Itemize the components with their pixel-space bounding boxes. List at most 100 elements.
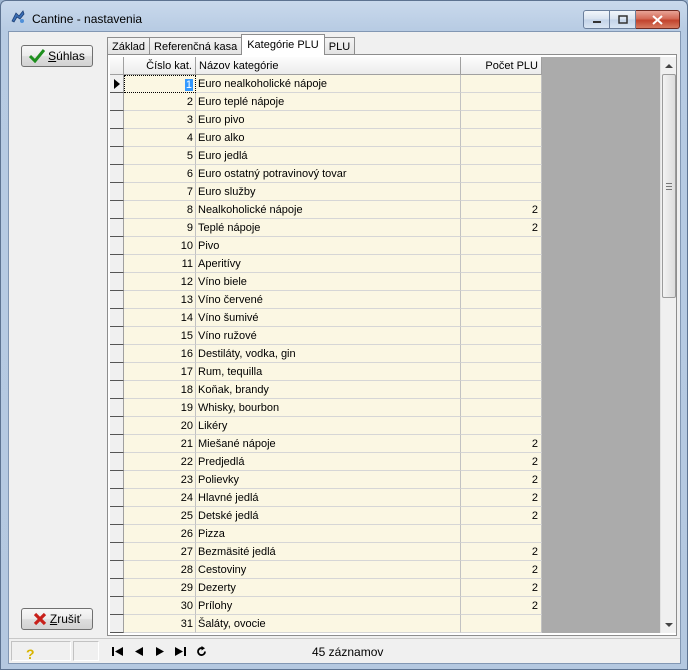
cell-pocet-plu[interactable]: [461, 381, 542, 399]
row-indicator[interactable]: [110, 129, 124, 147]
cell-nazov-kategorie[interactable]: Euro ostatný potravinový tovar: [196, 165, 461, 183]
cell-nazov-kategorie[interactable]: Hlavné jedlá: [196, 489, 461, 507]
cell-nazov-kategorie[interactable]: Euro jedlá: [196, 147, 461, 165]
cell-nazov-kategorie[interactable]: Whisky, bourbon: [196, 399, 461, 417]
cell-pocet-plu[interactable]: 2: [461, 435, 542, 453]
cell-pocet-plu[interactable]: 2: [461, 543, 542, 561]
cell-pocet-plu[interactable]: [461, 255, 542, 273]
cell-nazov-kategorie[interactable]: Euro alko: [196, 129, 461, 147]
header-cislo-kat[interactable]: Číslo kat.: [124, 57, 196, 75]
cell-nazov-kategorie[interactable]: Nealkoholické nápoje: [196, 201, 461, 219]
close-button[interactable]: [636, 10, 680, 29]
cell-pocet-plu[interactable]: [461, 75, 542, 93]
cell-nazov-kategorie[interactable]: Šaláty, ovocie: [196, 615, 461, 633]
table-row[interactable]: 1 Euro nealkoholické nápoje: [110, 75, 542, 93]
cell-cislo-kat[interactable]: 7: [124, 183, 196, 201]
refresh-icon[interactable]: [195, 645, 208, 657]
cell-pocet-plu[interactable]: [461, 165, 542, 183]
row-indicator[interactable]: [110, 237, 124, 255]
cell-pocet-plu[interactable]: [461, 399, 542, 417]
cell-cislo-kat[interactable]: 15: [124, 327, 196, 345]
cell-cislo-kat[interactable]: 23: [124, 471, 196, 489]
table-row[interactable]: 13 Víno červené: [110, 291, 542, 309]
row-indicator[interactable]: [110, 345, 124, 363]
cell-pocet-plu[interactable]: [461, 363, 542, 381]
title-bar[interactable]: Cantine - nastavenia: [1, 1, 687, 31]
cell-pocet-plu[interactable]: [461, 273, 542, 291]
cell-pocet-plu[interactable]: 2: [461, 219, 542, 237]
table-row[interactable]: 14 Víno šumivé: [110, 309, 542, 327]
cell-cislo-kat[interactable]: 13: [124, 291, 196, 309]
cell-cislo-kat[interactable]: 8: [124, 201, 196, 219]
cell-nazov-kategorie[interactable]: Dezerty: [196, 579, 461, 597]
row-indicator[interactable]: [110, 489, 124, 507]
row-indicator[interactable]: [110, 291, 124, 309]
cell-pocet-plu[interactable]: [461, 417, 542, 435]
row-indicator[interactable]: [110, 453, 124, 471]
row-indicator[interactable]: [110, 219, 124, 237]
cell-cislo-kat[interactable]: 10: [124, 237, 196, 255]
cell-pocet-plu[interactable]: [461, 291, 542, 309]
cell-cislo-kat[interactable]: 21: [124, 435, 196, 453]
help-icon[interactable]: ?: [26, 646, 35, 662]
table-row[interactable]: 7 Euro služby: [110, 183, 542, 201]
ok-button[interactable]: Súhlas: [21, 45, 93, 67]
cell-nazov-kategorie[interactable]: Víno červené: [196, 291, 461, 309]
cell-cislo-kat[interactable]: 29: [124, 579, 196, 597]
cell-nazov-kategorie[interactable]: Detské jedlá: [196, 507, 461, 525]
cell-nazov-kategorie[interactable]: Euro nealkoholické nápoje: [196, 75, 461, 93]
next-record-icon[interactable]: [153, 645, 166, 657]
cell-pocet-plu[interactable]: [461, 327, 542, 345]
table-row[interactable]: 31 Šaláty, ovocie: [110, 615, 542, 633]
cell-nazov-kategorie[interactable]: Miešané nápoje: [196, 435, 461, 453]
table-row[interactable]: 18 Koňak, brandy: [110, 381, 542, 399]
row-indicator[interactable]: [110, 183, 124, 201]
table-row[interactable]: 5 Euro jedlá: [110, 147, 542, 165]
tab-referencna-kasa[interactable]: Referenčná kasa: [149, 37, 243, 55]
cell-cislo-kat[interactable]: 4: [124, 129, 196, 147]
cell-cislo-kat[interactable]: 6: [124, 165, 196, 183]
table-row[interactable]: 22 Predjedlá 2: [110, 453, 542, 471]
first-record-icon[interactable]: [111, 645, 124, 657]
cell-cislo-kat[interactable]: 31: [124, 615, 196, 633]
cell-nazov-kategorie[interactable]: Bezmäsité jedlá: [196, 543, 461, 561]
cell-cislo-kat[interactable]: 20: [124, 417, 196, 435]
cell-pocet-plu[interactable]: 2: [461, 471, 542, 489]
category-grid[interactable]: Číslo kat. Názov kategórie Počet PLU 1 Eu…: [110, 57, 660, 633]
cell-pocet-plu[interactable]: [461, 147, 542, 165]
row-indicator[interactable]: [110, 309, 124, 327]
table-row[interactable]: 30 Prílohy 2: [110, 597, 542, 615]
cell-nazov-kategorie[interactable]: Víno šumivé: [196, 309, 461, 327]
cell-nazov-kategorie[interactable]: Rum, tequilla: [196, 363, 461, 381]
table-row[interactable]: 24 Hlavné jedlá 2: [110, 489, 542, 507]
table-row[interactable]: 9 Teplé nápoje 2: [110, 219, 542, 237]
table-row[interactable]: 20 Likéry: [110, 417, 542, 435]
cell-nazov-kategorie[interactable]: Euro služby: [196, 183, 461, 201]
row-indicator[interactable]: [110, 561, 124, 579]
table-row[interactable]: 26 Pizza: [110, 525, 542, 543]
last-record-icon[interactable]: [174, 645, 187, 657]
cell-nazov-kategorie[interactable]: Víno biele: [196, 273, 461, 291]
row-indicator[interactable]: [110, 255, 124, 273]
cell-cislo-kat[interactable]: 26: [124, 525, 196, 543]
cell-pocet-plu[interactable]: 2: [461, 489, 542, 507]
row-indicator[interactable]: [110, 93, 124, 111]
cell-nazov-kategorie[interactable]: Likéry: [196, 417, 461, 435]
cell-nazov-kategorie[interactable]: Cestoviny: [196, 561, 461, 579]
cell-cislo-kat[interactable]: 22: [124, 453, 196, 471]
cell-pocet-plu[interactable]: [461, 129, 542, 147]
table-row[interactable]: 15 Víno ružové: [110, 327, 542, 345]
cell-cislo-kat[interactable]: 27: [124, 543, 196, 561]
vertical-scrollbar[interactable]: [660, 57, 676, 633]
cell-pocet-plu[interactable]: [461, 237, 542, 255]
cell-cislo-kat[interactable]: 5: [124, 147, 196, 165]
cell-pocet-plu[interactable]: 2: [461, 561, 542, 579]
row-indicator[interactable]: [110, 273, 124, 291]
cell-cislo-kat[interactable]: 14: [124, 309, 196, 327]
row-indicator[interactable]: [110, 381, 124, 399]
cell-cislo-kat[interactable]: 28: [124, 561, 196, 579]
table-row[interactable]: 23 Polievky 2: [110, 471, 542, 489]
cell-nazov-kategorie[interactable]: Pivo: [196, 237, 461, 255]
cell-cislo-kat[interactable]: 24: [124, 489, 196, 507]
cell-cislo-kat[interactable]: 17: [124, 363, 196, 381]
